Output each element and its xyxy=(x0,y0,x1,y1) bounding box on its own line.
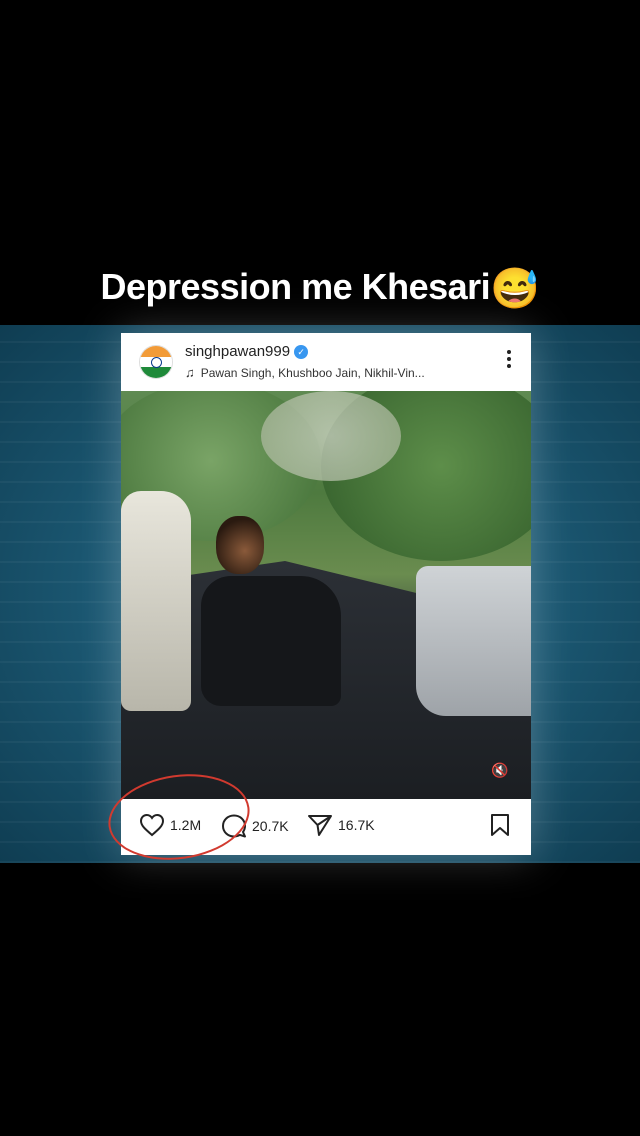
bookmark-icon xyxy=(491,814,509,836)
share-button[interactable]: 16.7K xyxy=(307,813,375,837)
car-door-panel xyxy=(416,566,531,716)
username-text: singhpawan999 xyxy=(185,343,291,360)
post-photo[interactable]: 🔇 xyxy=(121,391,531,799)
sweat-smile-emoji-icon: 😅 xyxy=(490,267,540,311)
chakra-icon xyxy=(151,357,162,368)
share-count: 16.7K xyxy=(338,817,375,833)
verified-badge-icon: ✓ xyxy=(294,345,309,359)
person-body xyxy=(201,576,341,706)
post-header: singhpawan999 ✓ ♫ Pawan Singh, Khushboo Ja… xyxy=(121,333,531,389)
comment-button[interactable]: 20.7K xyxy=(221,813,289,839)
like-button[interactable]: 1.2M xyxy=(139,813,201,837)
more-vertical-icon xyxy=(507,350,511,368)
person-head xyxy=(216,516,264,574)
comment-count: 20.7K xyxy=(252,818,289,834)
caption-text: Depression me Khesari xyxy=(100,266,491,307)
car-seat xyxy=(121,491,191,711)
caption: Depression me Khesari😅 xyxy=(0,265,640,312)
send-icon xyxy=(308,815,332,836)
flag-stripe-green xyxy=(140,367,172,378)
more-options-button[interactable] xyxy=(505,349,513,369)
music-info[interactable]: ♫ Pawan Singh, Khushboo Jain, Nikhil-Vin.… xyxy=(185,365,425,380)
comment-icon xyxy=(222,814,246,838)
mute-icon[interactable]: 🔇 xyxy=(489,759,511,781)
flag-stripe-saffron xyxy=(140,346,172,357)
instagram-post: singhpawan999 ✓ ♫ Pawan Singh, Khushboo Ja… xyxy=(121,333,531,855)
like-count: 1.2M xyxy=(170,817,202,833)
save-button[interactable] xyxy=(489,813,511,842)
sky-patch xyxy=(261,391,401,481)
music-text: Pawan Singh, Khushboo Jain, Nikhil-Vin..… xyxy=(200,366,425,380)
username[interactable]: singhpawan999 ✓ xyxy=(185,343,309,360)
music-note-icon: ♫ xyxy=(185,365,195,380)
post-actions: 1.2M 20.7K 16.7K xyxy=(121,799,531,855)
avatar[interactable] xyxy=(139,345,173,379)
heart-icon xyxy=(139,813,165,837)
